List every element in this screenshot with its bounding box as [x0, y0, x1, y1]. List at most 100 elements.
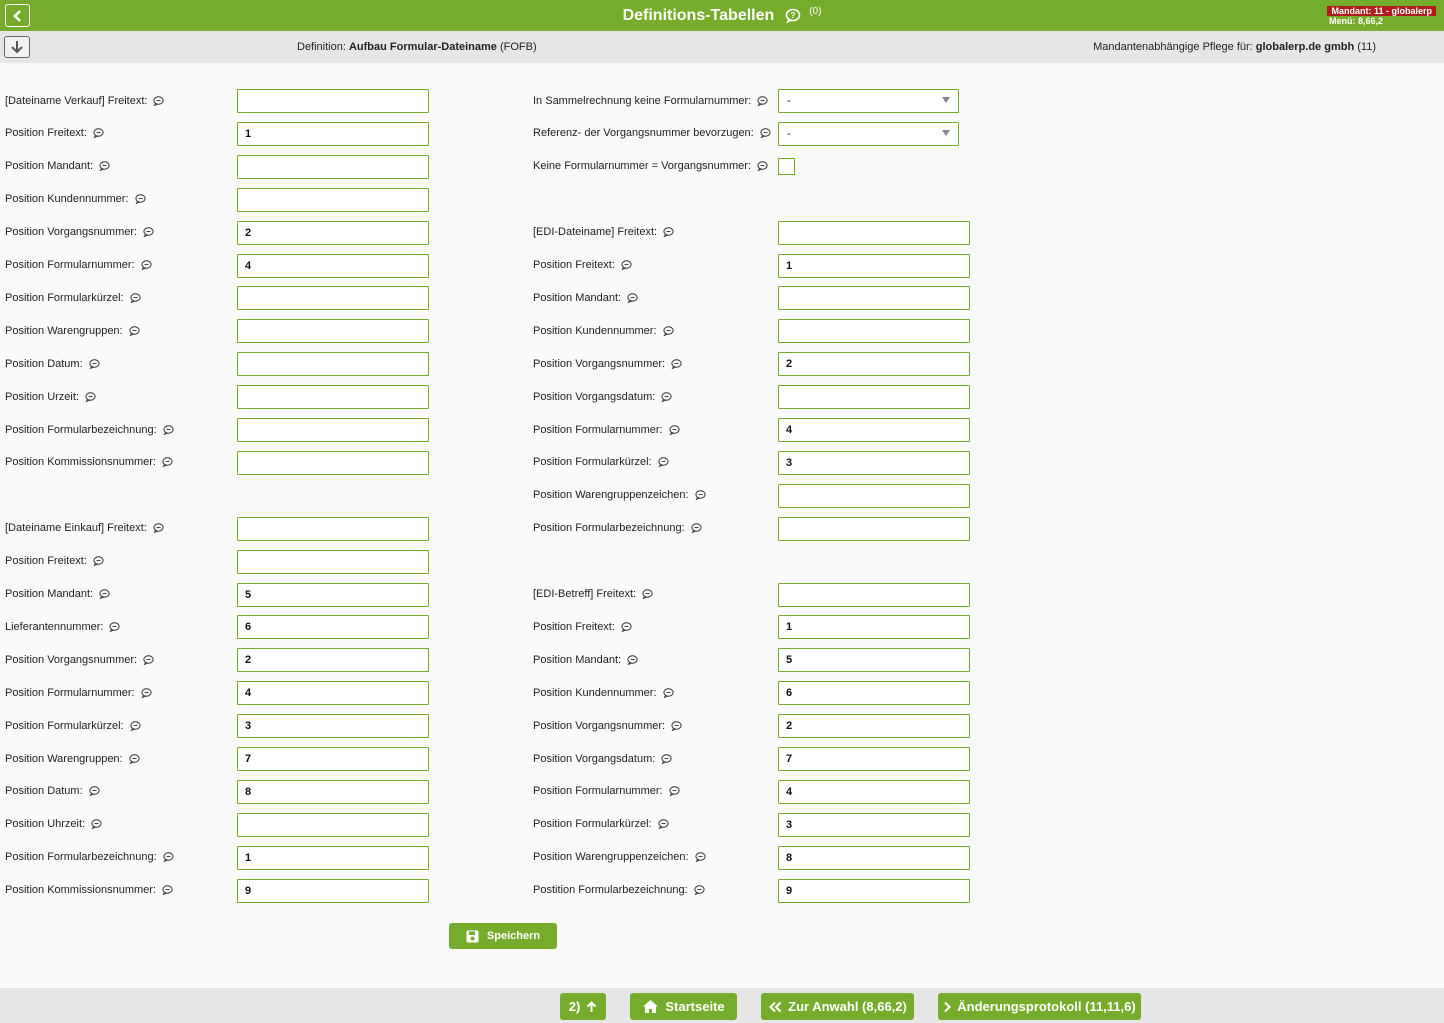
change-log-button[interactable]: Änderungsprotokoll (11,11,6) — [938, 993, 1141, 1020]
help-bubble-icon[interactable] — [85, 391, 96, 405]
help-bubble-icon[interactable] — [661, 391, 672, 405]
position-input[interactable] — [237, 714, 429, 739]
help-bubble-icon[interactable] — [99, 161, 110, 174]
option-select[interactable]: - — [778, 89, 959, 113]
position-input[interactable] — [778, 845, 970, 870]
position-input[interactable] — [237, 220, 429, 245]
help-bubble-icon[interactable] — [627, 293, 638, 306]
position-input[interactable] — [237, 549, 429, 574]
position-input[interactable] — [778, 286, 970, 311]
help-bubble-icon[interactable] — [627, 655, 638, 668]
help-bubble-icon[interactable] — [657, 457, 669, 470]
position-input[interactable] — [778, 615, 970, 640]
help-bubble-icon[interactable] — [99, 589, 110, 602]
help-bubble-icon[interactable] — [671, 358, 682, 372]
position-input[interactable] — [778, 714, 970, 739]
help-bubble-icon[interactable] — [668, 424, 680, 438]
help-bubble-icon[interactable] — [143, 655, 154, 668]
position-input[interactable] — [237, 154, 429, 179]
help-bubble-icon[interactable] — [621, 260, 632, 273]
position-input[interactable] — [237, 385, 429, 410]
option-checkbox[interactable] — [778, 158, 795, 176]
help-bubble-icon[interactable] — [760, 128, 771, 141]
position-input[interactable] — [778, 483, 970, 508]
position-input[interactable] — [778, 812, 970, 837]
help-bubble-icon[interactable] — [129, 293, 141, 306]
position-input[interactable] — [778, 878, 970, 903]
position-input[interactable] — [778, 779, 970, 804]
position-input[interactable] — [778, 450, 970, 475]
help-bubble-icon[interactable] — [153, 523, 164, 536]
position-input[interactable] — [237, 319, 429, 344]
help-bubble-icon[interactable] — [162, 457, 173, 470]
position-input[interactable] — [778, 648, 970, 673]
position-input[interactable] — [237, 878, 429, 903]
position-input[interactable] — [237, 418, 429, 442]
position-input[interactable] — [237, 253, 429, 278]
help-bubble-icon[interactable] — [671, 720, 682, 734]
help-icon[interactable]: ? — [785, 8, 801, 28]
position-input[interactable] — [778, 319, 970, 344]
help-bubble-icon[interactable] — [162, 885, 173, 898]
position-input[interactable] — [778, 385, 970, 410]
position-input[interactable] — [237, 352, 429, 377]
position-input[interactable] — [778, 352, 970, 377]
help-bubble-icon[interactable] — [694, 852, 706, 865]
help-bubble-icon[interactable] — [89, 358, 100, 372]
home-button[interactable]: Startseite — [630, 993, 737, 1020]
help-bubble-icon[interactable] — [109, 622, 121, 635]
position-input[interactable] — [237, 747, 429, 771]
help-bubble-icon[interactable] — [143, 227, 154, 240]
position-input[interactable] — [237, 89, 429, 113]
position-input[interactable] — [778, 220, 970, 245]
scroll-down-button[interactable] — [4, 36, 30, 58]
option-select[interactable]: - — [778, 121, 959, 146]
position-input[interactable] — [237, 121, 429, 146]
help-bubble-icon[interactable] — [140, 687, 152, 701]
help-bubble-icon[interactable] — [668, 786, 680, 799]
help-bubble-icon[interactable] — [757, 95, 768, 109]
position-input[interactable] — [778, 582, 970, 607]
help-bubble-icon[interactable] — [757, 161, 768, 174]
scroll-up-button[interactable]: 2) — [560, 993, 606, 1020]
help-bubble-icon[interactable] — [694, 885, 705, 898]
help-bubble-icon[interactable] — [128, 326, 140, 339]
position-input[interactable] — [237, 845, 429, 870]
position-input[interactable] — [237, 582, 429, 607]
position-input[interactable] — [237, 615, 429, 640]
position-input[interactable] — [237, 286, 429, 311]
back-to-selection-button[interactable]: Zur Anwahl (8,66,2) — [761, 993, 914, 1020]
help-bubble-icon[interactable] — [661, 753, 672, 767]
help-bubble-icon[interactable] — [163, 424, 174, 438]
position-input[interactable] — [778, 747, 970, 771]
help-bubble-icon[interactable] — [657, 819, 669, 832]
position-input[interactable] — [778, 681, 970, 706]
help-bubble-icon[interactable] — [642, 589, 653, 602]
position-input[interactable] — [778, 516, 970, 541]
position-input[interactable] — [237, 681, 429, 706]
position-input[interactable] — [237, 812, 429, 837]
help-bubble-icon[interactable] — [93, 128, 104, 141]
save-button[interactable]: Speichern — [449, 923, 557, 949]
help-bubble-icon[interactable] — [163, 852, 174, 865]
help-bubble-icon[interactable] — [621, 622, 632, 635]
help-bubble-icon[interactable] — [691, 523, 702, 536]
help-bubble-icon[interactable] — [153, 95, 165, 109]
help-bubble-icon[interactable] — [663, 227, 674, 240]
help-bubble-icon[interactable] — [134, 194, 146, 207]
help-bubble-icon[interactable] — [662, 687, 674, 701]
position-input[interactable] — [237, 779, 429, 804]
help-bubble-icon[interactable] — [91, 819, 102, 832]
position-input[interactable] — [237, 516, 429, 541]
help-bubble-icon[interactable] — [93, 556, 104, 569]
position-input[interactable] — [237, 450, 429, 475]
help-bubble-icon[interactable] — [662, 326, 674, 339]
position-input[interactable] — [778, 253, 970, 278]
help-bubble-icon[interactable] — [129, 720, 141, 734]
help-bubble-icon[interactable] — [128, 753, 140, 767]
help-bubble-icon[interactable] — [89, 786, 100, 799]
position-input[interactable] — [237, 187, 429, 212]
help-bubble-icon[interactable] — [140, 260, 152, 273]
position-input[interactable] — [778, 418, 970, 442]
position-input[interactable] — [237, 648, 429, 673]
